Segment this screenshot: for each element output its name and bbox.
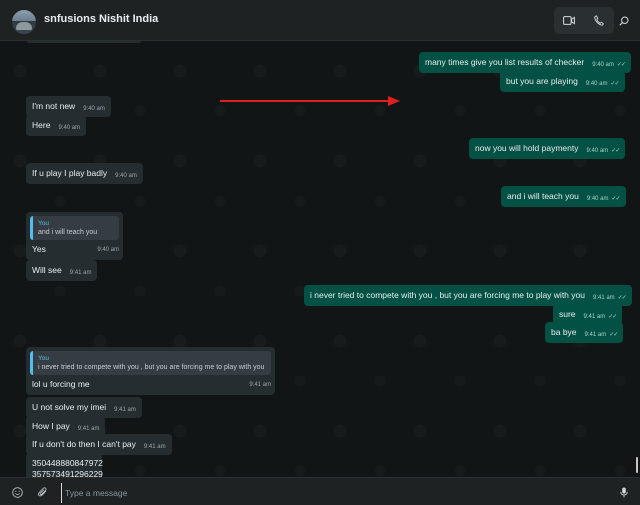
message-time: 9:41 am [249,382,271,389]
attach-button[interactable] [35,484,51,500]
message-text: I'm not new [32,101,76,112]
quote-text: and i will teach you [38,229,98,236]
message-text: but you are playing [506,76,578,87]
quoted-message[interactable]: You i never tried to compete with you , … [30,351,271,375]
read-receipt-icon: ✓✓ [616,62,626,69]
emoji-icon [11,486,23,498]
message-bubble-incoming[interactable]: Will see 9:41 am [26,260,98,282]
message-list[interactable]: many times give you list results of chec… [0,41,640,477]
voice-call-button[interactable] [584,7,614,34]
message-composer [0,477,640,505]
contact-name[interactable]: snfusions Nishit India [44,13,158,25]
message-time: 9:40 am [58,125,81,132]
search-icon [619,16,629,26]
message-time: 9:40 am ✓✓ [585,81,620,88]
message-time: 9:40 am ✓✓ [592,62,626,69]
message-input[interactable] [61,483,607,503]
red-arrow-annotation [220,96,400,106]
message-time: 9:40 am [115,173,137,180]
quote-author: You [38,355,49,362]
message-text: ba bye [551,327,577,338]
message-text: now you will hold paymenty [475,143,579,154]
message-text: How I pay [32,421,70,432]
message-text: many times give you list results of chec… [425,57,585,68]
message-text: i never tried to compete with you , but … [310,290,585,301]
message-text: Here [32,120,51,131]
message-time: 9:40 am ✓✓ [586,196,621,203]
message-text: Yes [32,244,46,255]
read-receipt-icon: ✓✓ [608,314,617,321]
emoji-button[interactable] [9,484,25,500]
message-bubble-incoming[interactable]: 350448880847972 357573491296229 [26,453,103,477]
message-time: 9:40 am ✓✓ [586,148,620,155]
message-bubble-incoming[interactable]: Here 9:40 am [26,115,87,137]
message-text: and i will teach you [507,191,579,202]
message-text: lol u forcing me [32,379,90,390]
read-receipt-icon: ✓✓ [611,196,621,203]
message-text: If u don't do then I can't pay [32,439,136,450]
message-bubble-incoming-reply[interactable]: You i never tried to compete with you , … [26,347,275,396]
message-time: 9:40 am [97,247,119,254]
message-text-line: 357573491296229 [32,469,103,477]
message-text: If u play I play badly [32,168,108,179]
video-camera-icon [563,16,575,25]
message-bubble-incoming[interactable]: If u play I play badly 9:40 am [26,163,143,185]
voice-message-button[interactable] [616,484,632,500]
message-bubble-outgoing[interactable]: now you will hold paymenty 9:40 am ✓✓ [469,138,626,160]
chat-header: snfusions Nishit India [0,0,640,41]
message-time: 9:40 am [83,106,105,113]
search-button[interactable] [615,12,633,30]
quoted-message[interactable]: You and i will teach you [30,216,119,240]
call-button-group [554,7,614,34]
message-bubble-cutoff [26,41,142,43]
message-text-line: 350448880847972 [32,458,103,468]
avatar[interactable] [12,10,36,34]
message-time: 9:41 am ✓✓ [584,332,619,339]
phone-icon [594,15,604,26]
message-bubble-outgoing[interactable]: but you are playing 9:40 am ✓✓ [500,71,625,93]
paperclip-icon [38,486,47,496]
message-bubble-outgoing[interactable]: ba bye 9:41 am ✓✓ [545,322,624,344]
message-bubble-outgoing[interactable]: and i will teach you 9:40 am ✓✓ [501,186,626,208]
video-call-button[interactable] [554,7,584,34]
message-text: sure [559,309,576,320]
read-receipt-icon: ✓✓ [610,81,620,88]
message-time: 9:41 am [143,444,166,451]
message-text: U not solve my imei [32,402,107,413]
scrollbar-thumb[interactable] [636,457,638,473]
quote-author: You [38,220,49,227]
message-time: 9:41 am [114,407,136,414]
microphone-icon [620,487,628,497]
message-time: 9:41 am [69,270,92,277]
quote-text: i never tried to compete with you , but … [38,364,265,371]
read-receipt-icon: ✓✓ [617,295,627,302]
read-receipt-icon: ✓✓ [609,332,618,339]
message-time: 9:41 am ✓✓ [592,295,627,302]
message-bubble-incoming-reply[interactable]: You and i will teach you Yes 9:40 am [26,212,123,261]
message-text: Will see [32,265,62,276]
read-receipt-icon: ✓✓ [611,148,620,155]
